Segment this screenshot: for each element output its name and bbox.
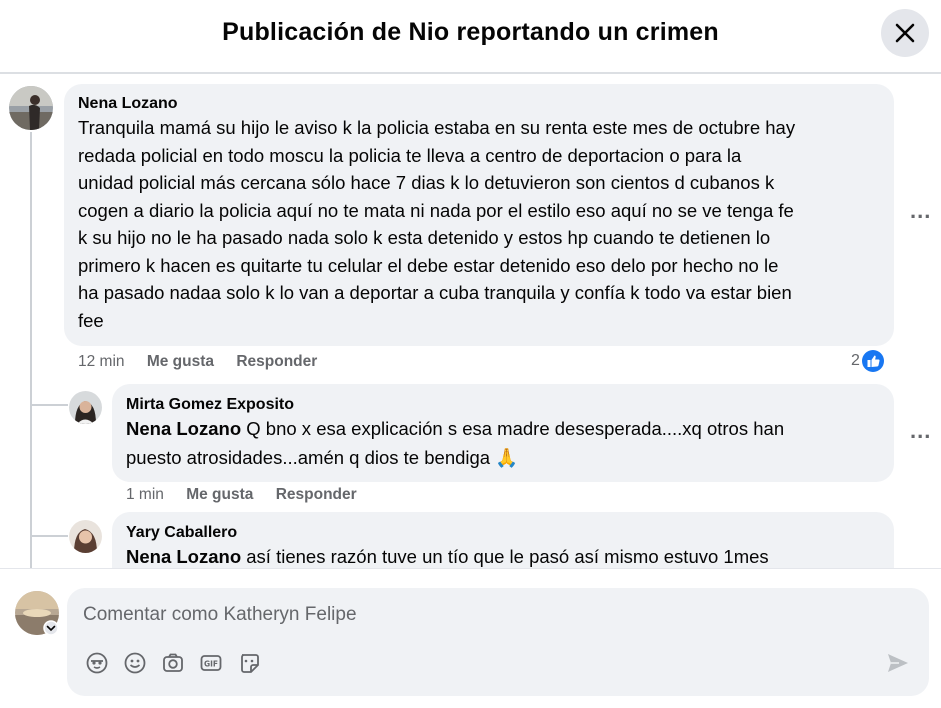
sticker-icon[interactable] xyxy=(237,651,261,675)
mention-link[interactable]: Nena Lozano xyxy=(126,546,241,567)
more-options-icon[interactable]: ... xyxy=(910,198,931,224)
camera-icon[interactable] xyxy=(161,651,185,675)
comment-text: Tranquila mamá su hijo le aviso k la pol… xyxy=(78,117,796,331)
close-button[interactable] xyxy=(881,9,929,57)
mention-link[interactable]: Nena Lozano xyxy=(126,418,241,439)
comment-time: 12 min xyxy=(78,353,125,370)
svg-text:GIF: GIF xyxy=(204,660,218,669)
avatar-yary-caballero[interactable] xyxy=(69,520,102,553)
comment-bubble: Nena Lozano Tranquila mamá su hijo le av… xyxy=(64,84,894,346)
reply-button[interactable]: Responder xyxy=(276,486,357,503)
thread-branch-1 xyxy=(30,404,68,406)
reply-text: Nena Lozano Q bno x esa explicación s es… xyxy=(126,418,785,468)
reply-button[interactable]: Responder xyxy=(236,353,317,370)
avatar-sticker-icon[interactable] xyxy=(85,651,109,675)
reply-text: Nena Lozano así tienes razón tuve un tío… xyxy=(126,546,769,567)
emoji-icon[interactable] xyxy=(123,651,147,675)
reply-time: 1 min xyxy=(126,486,164,503)
comment-actions: 12 min Me gusta Responder xyxy=(78,353,335,371)
comment-author[interactable]: Nena Lozano xyxy=(78,95,880,113)
dialog-header: Publicación de Nio reportando un crimen xyxy=(0,0,941,74)
gif-icon[interactable]: GIF xyxy=(199,651,223,675)
reply-author[interactable]: Mirta Gomez Exposito xyxy=(126,396,880,414)
avatar-nena-lozano[interactable] xyxy=(9,86,53,130)
more-options-icon[interactable]: ... xyxy=(910,418,931,444)
reply-actions: 1 min Me gusta Responder xyxy=(126,486,375,504)
comment-composer: Comentar como Katheryn Felipe GIF xyxy=(67,588,929,696)
current-user-avatar[interactable] xyxy=(15,591,59,635)
like-button[interactable]: Me gusta xyxy=(186,486,253,503)
avatar-mirta-gomez[interactable] xyxy=(69,391,102,424)
reply-author[interactable]: Yary Caballero xyxy=(126,524,880,542)
reaction-count: 2 xyxy=(851,352,860,369)
pray-emoji-icon: 🙏 xyxy=(495,447,519,468)
close-icon xyxy=(895,23,915,43)
like-reaction-icon xyxy=(861,350,884,372)
comment-input[interactable]: Comentar como Katheryn Felipe xyxy=(83,604,357,626)
thread-branch-2 xyxy=(30,535,68,537)
dialog-title: Publicación de Nio reportando un crimen xyxy=(222,18,719,46)
reply-bubble: Mirta Gomez Exposito Nena Lozano Q bno x… xyxy=(112,384,894,482)
reaction-summary[interactable]: 2 xyxy=(851,350,884,372)
thread-line xyxy=(30,132,32,569)
like-button[interactable]: Me gusta xyxy=(147,353,214,370)
send-icon[interactable] xyxy=(885,651,911,675)
